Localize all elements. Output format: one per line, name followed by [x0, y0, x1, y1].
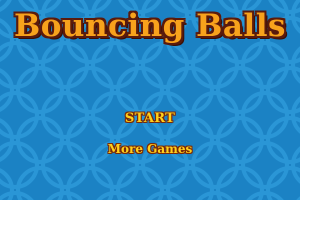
game-screen: Bouncing Balls START More Games [0, 0, 300, 200]
game-title: Bouncing Balls [14, 8, 286, 44]
start-button[interactable]: START [90, 110, 210, 128]
more-games-button[interactable]: More Games [90, 140, 210, 158]
